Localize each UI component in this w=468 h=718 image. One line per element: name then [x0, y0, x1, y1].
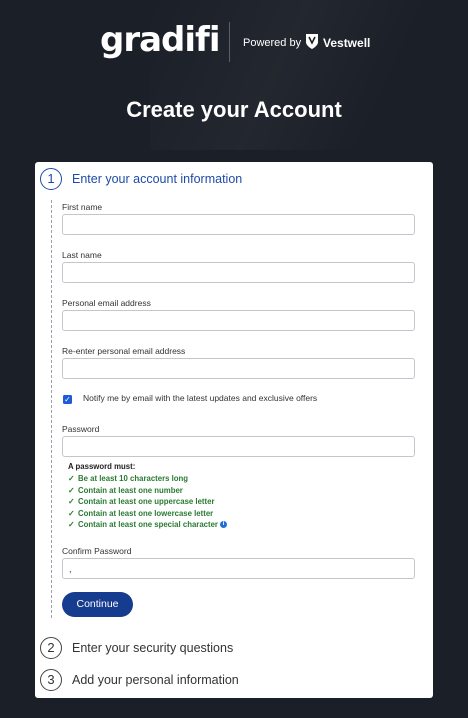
- password-label: Password: [62, 424, 100, 434]
- step-2-title[interactable]: Enter your security questions: [72, 641, 233, 655]
- password-rule: ✓ Contain at least one lowercase letter: [68, 508, 214, 518]
- step-progress-line: [51, 200, 52, 618]
- check-icon: ✓: [68, 497, 75, 506]
- first-name-label: First name: [62, 202, 103, 212]
- check-icon: ✓: [68, 474, 75, 483]
- password-rule: ✓ Contain at least one number: [68, 485, 183, 495]
- password-rule: ✓ Contain at least one special character i: [68, 519, 227, 531]
- last-name-label: Last name: [62, 250, 102, 260]
- password-input[interactable]: [62, 436, 415, 457]
- account-form-card: 1 Enter your account information First n…: [35, 162, 433, 698]
- step-3-title[interactable]: Add your personal information: [72, 673, 239, 687]
- password-rule: ✓ Contain at least one uppercase letter: [68, 497, 215, 506]
- email-label: Personal email address: [62, 298, 151, 308]
- step-1-title[interactable]: Enter your account information: [72, 172, 242, 186]
- check-icon: ✓: [68, 520, 75, 529]
- page-title: Create your Account: [126, 97, 342, 122]
- info-icon[interactable]: i: [219, 521, 227, 529]
- email-confirm-label: Re-enter personal email address: [62, 346, 186, 356]
- header: gradifi Powered by Vestwell: [0, 18, 468, 68]
- step-1-badge: 1: [40, 168, 62, 190]
- password-rules-heading: A password must:: [68, 462, 136, 471]
- confirm-password-label: Confirm Password: [62, 546, 132, 556]
- header-divider: [229, 22, 230, 62]
- notify-checkbox[interactable]: ✓: [63, 395, 72, 404]
- email-input[interactable]: [62, 310, 415, 331]
- continue-button[interactable]: Continue: [62, 592, 133, 617]
- email-confirm-input[interactable]: [62, 358, 415, 379]
- password-rules: A password must: ✓ Be at least 10 charact…: [68, 462, 227, 531]
- powered-by-text: Powered by: [243, 37, 302, 49]
- notify-checkbox-label[interactable]: Notify me by email with the latest updat…: [83, 393, 317, 403]
- last-name-input[interactable]: [62, 262, 415, 283]
- vestwell-logo-text: Vestwell: [323, 36, 371, 50]
- first-name-input[interactable]: [62, 214, 415, 235]
- gradifi-logo: gradifi: [100, 20, 220, 60]
- confirm-password-input[interactable]: ,: [62, 558, 415, 579]
- vestwell-shield-icon: [306, 34, 318, 49]
- step-2-badge: 2: [40, 637, 62, 659]
- check-icon: ✓: [68, 485, 75, 495]
- step-3-badge: 3: [40, 669, 62, 691]
- password-rule: ✓ Be at least 10 characters long: [68, 474, 189, 483]
- check-icon: ✓: [68, 508, 75, 518]
